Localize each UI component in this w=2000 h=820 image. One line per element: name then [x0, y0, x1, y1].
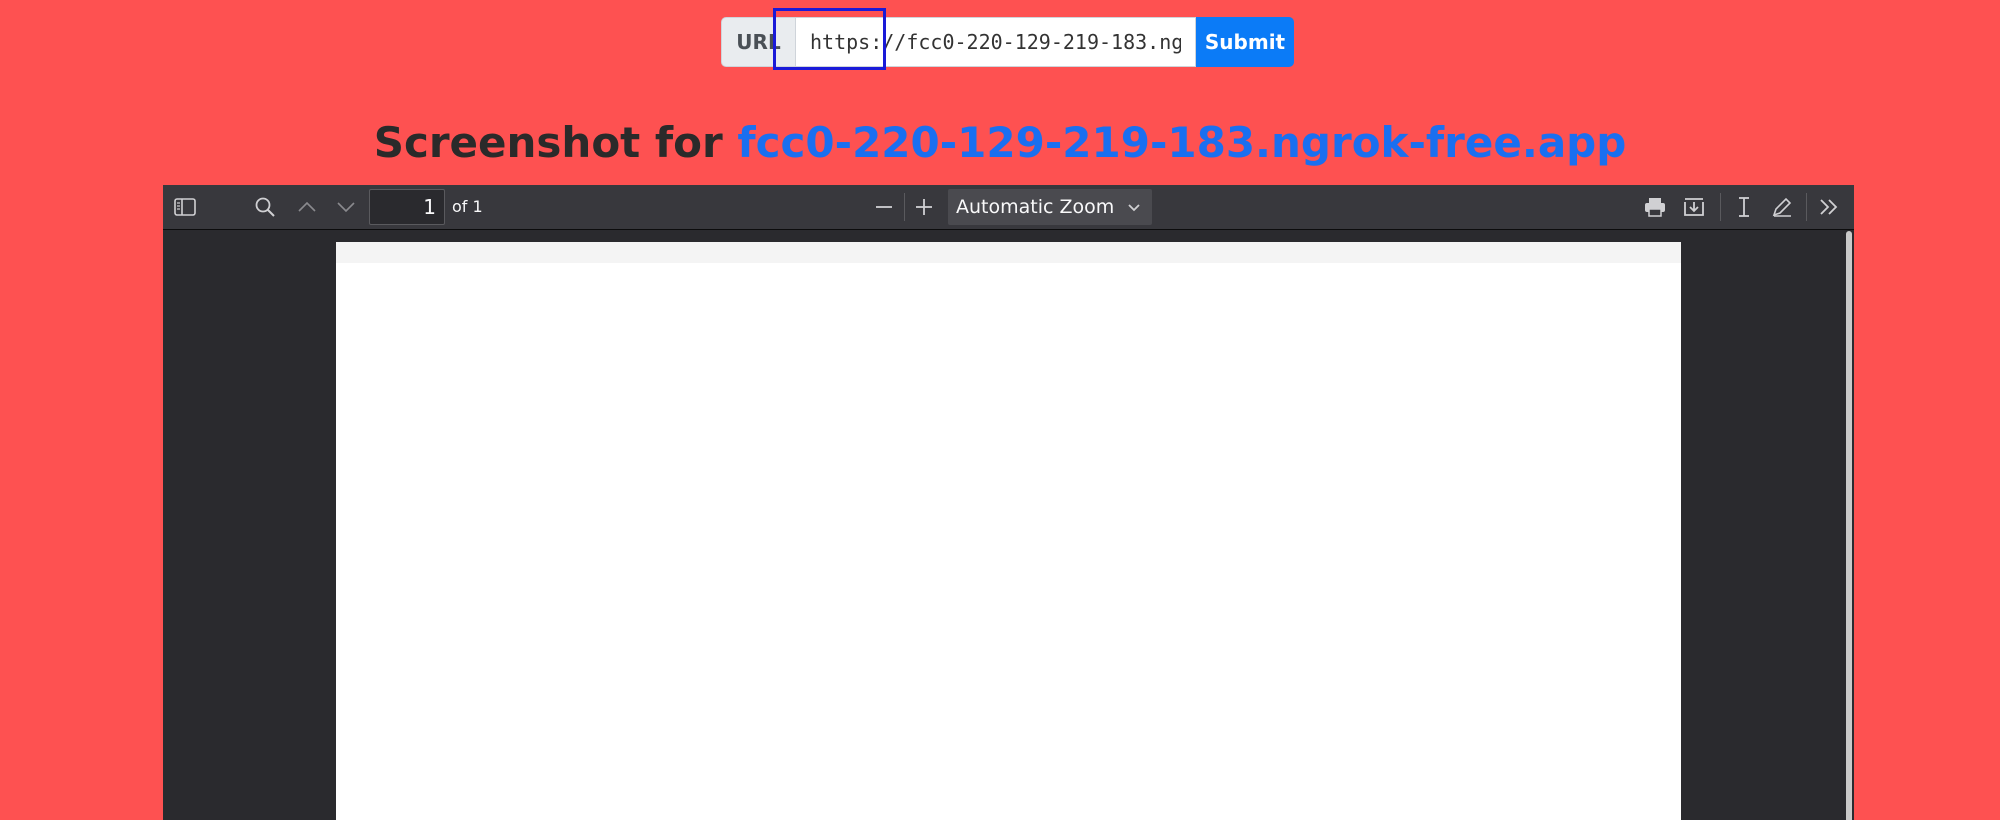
- zoom-in-icon[interactable]: [908, 191, 940, 223]
- draw-icon[interactable]: [1766, 191, 1798, 223]
- search-icon[interactable]: [249, 191, 281, 223]
- toolbar-divider: [1806, 193, 1807, 221]
- pdf-page: [336, 242, 1681, 820]
- text-cursor-icon[interactable]: [1728, 191, 1760, 223]
- toolbar-divider: [904, 193, 905, 221]
- page-count-label: of 1: [452, 197, 483, 216]
- zoom-out-icon[interactable]: [868, 191, 900, 223]
- previous-page-icon[interactable]: [291, 191, 323, 223]
- title-prefix: Screenshot for: [373, 118, 723, 167]
- url-label: URL: [721, 17, 795, 67]
- scrollbar[interactable]: [1846, 231, 1852, 820]
- next-page-icon[interactable]: [330, 191, 362, 223]
- zoom-select[interactable]: Automatic Zoom: [948, 189, 1152, 225]
- submit-button[interactable]: Submit: [1196, 17, 1294, 67]
- url-input[interactable]: [795, 17, 1196, 67]
- chevron-down-icon: [1126, 199, 1142, 221]
- toolbar-divider: [1720, 193, 1721, 221]
- pdf-viewer: of 1 Automatic Zoom: [163, 185, 1854, 820]
- pdf-toolbar: of 1 Automatic Zoom: [163, 185, 1854, 230]
- url-form: URL Submit: [721, 17, 1294, 67]
- page-number-input[interactable]: [369, 189, 445, 225]
- title-domain: fcc0-220-129-219-183.ngrok-free.app: [737, 118, 1627, 167]
- page-title: Screenshot for fcc0-220-129-219-183.ngro…: [0, 118, 2000, 167]
- page-header-strip: [336, 242, 1681, 263]
- save-icon[interactable]: [1678, 191, 1710, 223]
- sidebar-toggle-icon[interactable]: [169, 191, 201, 223]
- zoom-select-value: Automatic Zoom: [956, 196, 1115, 218]
- tools-menu-icon[interactable]: [1813, 191, 1845, 223]
- print-icon[interactable]: [1639, 191, 1671, 223]
